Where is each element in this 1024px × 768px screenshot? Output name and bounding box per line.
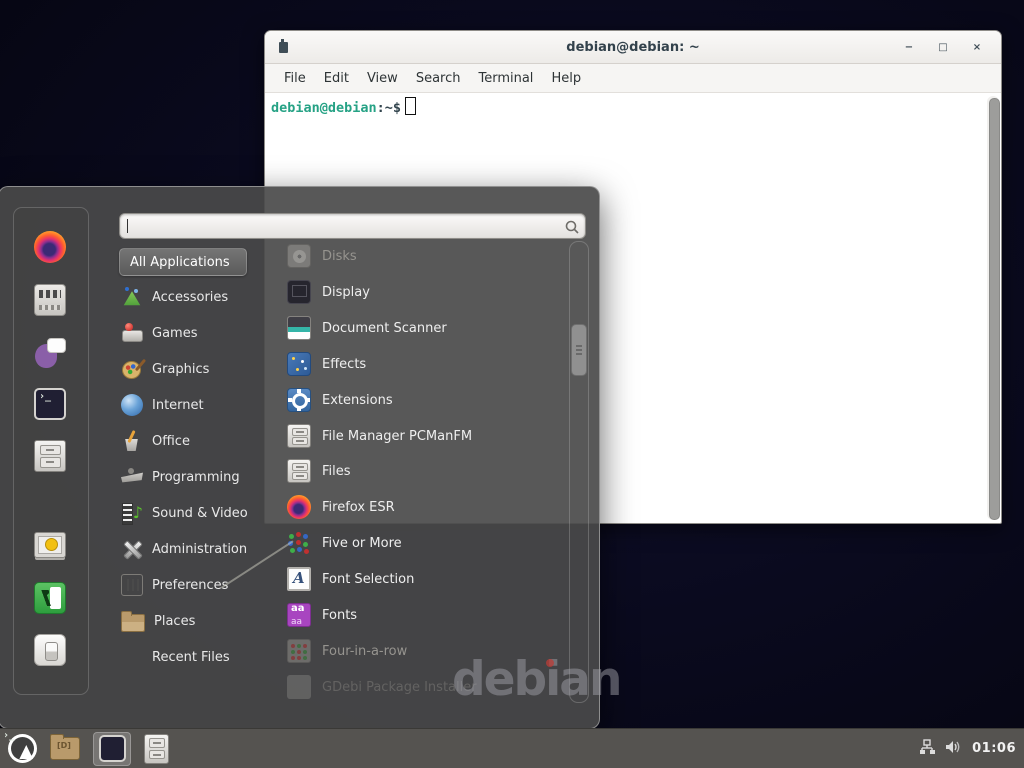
favorite-preferences-icon[interactable] xyxy=(34,284,66,316)
category-preferences[interactable]: Preferences xyxy=(121,572,228,598)
menu-edit[interactable]: Edit xyxy=(315,68,358,89)
category-label: All Applications xyxy=(130,255,230,270)
internet-globe-icon xyxy=(121,394,143,416)
category-recent-files[interactable]: Recent Files xyxy=(121,644,230,670)
app-disks[interactable]: Disks xyxy=(287,243,357,269)
category-sound-video[interactable]: Sound & Video xyxy=(121,500,248,526)
extensions-gear-icon xyxy=(287,388,311,412)
file-cabinet-icon xyxy=(287,459,311,483)
terminal-window-icon xyxy=(279,42,288,53)
office-icon xyxy=(121,430,143,452)
window-controls: − □ × xyxy=(903,31,983,63)
app-fonts[interactable]: Fonts xyxy=(287,602,357,628)
app-four-in-a-row[interactable]: Four-in-a-row xyxy=(287,638,407,664)
graphics-icon xyxy=(121,358,143,380)
display-icon xyxy=(287,280,311,304)
gdebi-icon xyxy=(287,675,311,699)
menu-help[interactable]: Help xyxy=(542,68,590,89)
category-accessories[interactable]: Accessories xyxy=(121,284,228,310)
sound-video-icon xyxy=(121,502,143,524)
category-games[interactable]: Games xyxy=(121,320,197,346)
favorite-pidgin-icon[interactable] xyxy=(34,336,66,368)
search-icon xyxy=(565,219,579,238)
terminal-title: debian@debian: ~ xyxy=(566,40,699,55)
administration-tools-icon xyxy=(121,538,143,560)
terminal-scrollbar-thumb[interactable] xyxy=(989,98,1000,520)
taskbar-terminal-active[interactable] xyxy=(93,732,131,766)
accessories-icon xyxy=(121,286,143,308)
menu-view[interactable]: View xyxy=(358,68,407,89)
terminal-icon xyxy=(99,735,126,762)
font-selection-icon xyxy=(287,567,311,591)
menu-scrollbar-track[interactable] xyxy=(569,241,589,703)
firefox-icon xyxy=(287,495,311,519)
desktop: debian@debian: ~ − □ × File Edit View Se… xyxy=(0,0,1024,768)
clock[interactable]: 01:06 xyxy=(972,741,1016,756)
terminal-scrollbar[interactable] xyxy=(987,96,999,520)
app-gdebi-package-installer[interactable]: GDebi Package Installer xyxy=(287,674,477,700)
lock-screen-icon[interactable] xyxy=(34,532,66,558)
taskbar-launchers xyxy=(0,732,169,766)
category-internet[interactable]: Internet xyxy=(121,392,204,418)
applications-menu: All Applications Accessories Games Graph… xyxy=(0,186,600,729)
menu-search-box[interactable] xyxy=(119,213,586,239)
four-in-a-row-icon xyxy=(287,639,311,663)
app-firefox-esr[interactable]: Firefox ESR xyxy=(287,494,395,520)
app-font-selection[interactable]: Font Selection xyxy=(287,566,414,592)
close-button[interactable]: × xyxy=(971,42,983,53)
category-all-applications[interactable]: All Applications xyxy=(119,248,247,276)
desktop-folder-icon[interactable] xyxy=(50,737,80,760)
terminal-titlebar[interactable]: debian@debian: ~ − □ × xyxy=(265,31,1001,64)
favorite-firefox-icon[interactable] xyxy=(34,231,66,263)
taskbar-tray: 01:06 xyxy=(919,739,1024,759)
network-icon[interactable] xyxy=(919,739,936,759)
menu-file[interactable]: File xyxy=(275,68,315,89)
menu-search[interactable]: Search xyxy=(407,68,470,89)
terminal-menubar: File Edit View Search Terminal Help xyxy=(265,64,1001,93)
games-icon xyxy=(121,322,143,344)
app-file-manager-pcmanfm[interactable]: File Manager PCManFM xyxy=(287,423,472,449)
category-places[interactable]: Places xyxy=(121,608,195,634)
logout-icon[interactable] xyxy=(34,582,66,614)
category-administration[interactable]: Administration xyxy=(121,536,247,562)
search-input[interactable] xyxy=(128,216,552,236)
prompt-user-host: debian@debian xyxy=(271,100,377,116)
programming-icon xyxy=(121,466,143,488)
app-five-or-more[interactable]: Five or More xyxy=(287,530,402,556)
app-display[interactable]: Display xyxy=(287,279,370,305)
maximize-button[interactable]: □ xyxy=(937,42,949,53)
places-folder-icon xyxy=(121,614,145,632)
category-programming[interactable]: Programming xyxy=(121,464,240,490)
disks-icon xyxy=(287,244,311,268)
effects-icon xyxy=(287,352,311,376)
app-extensions[interactable]: Extensions xyxy=(287,387,393,413)
file-manager-icon[interactable] xyxy=(144,734,169,764)
scanner-icon xyxy=(287,316,311,340)
app-files[interactable]: Files xyxy=(287,458,351,484)
shell-prompt: debian@debian:~$ xyxy=(271,97,416,116)
prompt-path: :~$ xyxy=(377,100,401,116)
app-document-scanner[interactable]: Document Scanner xyxy=(287,315,447,341)
category-office[interactable]: Office xyxy=(121,428,190,454)
minimize-button[interactable]: − xyxy=(903,42,915,53)
fonts-icon xyxy=(287,603,311,627)
menu-terminal[interactable]: Terminal xyxy=(469,68,542,89)
category-graphics[interactable]: Graphics xyxy=(121,356,209,382)
taskbar: 01:06 xyxy=(0,728,1024,768)
app-effects[interactable]: Effects xyxy=(287,351,366,377)
terminal-cursor xyxy=(405,97,416,115)
file-cabinet-icon xyxy=(287,424,311,448)
menu-scrollbar-thumb[interactable] xyxy=(571,324,587,376)
preferences-icon xyxy=(121,574,143,596)
favorite-terminal-icon[interactable] xyxy=(34,388,66,420)
volume-icon[interactable] xyxy=(945,739,963,759)
shutdown-icon[interactable] xyxy=(34,634,66,666)
favorite-files-icon[interactable] xyxy=(34,440,66,472)
spacer xyxy=(121,646,143,668)
